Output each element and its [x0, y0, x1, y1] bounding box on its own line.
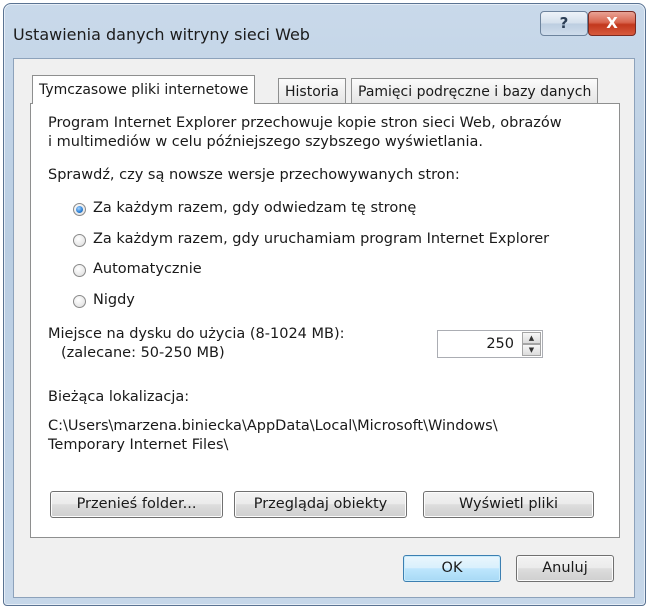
disk-space-spinner[interactable]: 250 ▲ ▼ [437, 330, 543, 358]
radio-label: Nigdy [93, 292, 135, 308]
description-line-2: i multimediów w celu późniejszego szybsz… [48, 134, 483, 150]
radio-label: Za każdym razem, gdy uruchamiam program … [93, 231, 550, 247]
tab-panel: Program Internet Explorer przechowuje ko… [30, 103, 620, 538]
description-line-1: Program Internet Explorer przechowuje ko… [48, 115, 562, 131]
radio-button[interactable] [73, 203, 86, 216]
spin-up-button[interactable]: ▲ [522, 332, 541, 344]
radio-never[interactable]: Nigdy [73, 292, 273, 312]
tab-temporary-internet-files[interactable]: Tymczasowe pliki internetowe [32, 75, 256, 104]
radio-label: Automatycznie [93, 261, 202, 277]
view-objects-button[interactable]: Przeglądaj obiekty [234, 491, 407, 518]
dialog-title: Ustawienia danych witryny sieci Web [13, 25, 310, 44]
triangle-down-icon: ▼ [528, 346, 535, 354]
disk-space-label: Miejsce na dysku do użycia (8-1024 MB): [48, 326, 345, 342]
tab-label: Historia [285, 84, 339, 100]
radio-button[interactable] [73, 264, 86, 277]
view-files-button[interactable]: Wyświetl pliki [423, 491, 594, 518]
ok-button[interactable]: OK [403, 555, 501, 582]
move-folder-button[interactable]: Przenieś folder... [50, 491, 223, 518]
close-icon: X [606, 14, 618, 32]
disk-space-value[interactable]: 250 [486, 336, 514, 352]
current-location-label: Bieżąca lokalizacja: [48, 389, 190, 405]
triangle-up-icon: ▲ [528, 334, 535, 342]
spin-down-button[interactable]: ▼ [522, 344, 541, 356]
cancel-button[interactable]: Anuluj [516, 555, 614, 582]
radio-every-start[interactable]: Za każdym razem, gdy uruchamiam program … [73, 231, 573, 251]
tab-label: Tymczasowe pliki internetowe [39, 82, 249, 98]
close-button[interactable]: X [588, 11, 636, 36]
help-button[interactable]: ? [540, 11, 588, 36]
title-bar[interactable]: Ustawienia danych witryny sieci Web ? X [4, 4, 645, 58]
tab-history[interactable]: Historia [278, 78, 346, 105]
tab-label: Pamięci podręczne i bazy danych [358, 84, 592, 100]
tab-caches-and-databases[interactable]: Pamięci podręczne i bazy danych [351, 78, 599, 105]
radio-button[interactable] [73, 295, 86, 308]
radio-label: Za każdym razem, gdy odwiedzam tę stronę [93, 200, 417, 216]
spinner-buttons: ▲ ▼ [522, 332, 541, 356]
radio-button[interactable] [73, 234, 86, 247]
radio-automatic[interactable]: Automatycznie [73, 261, 273, 281]
current-location-path-line-1: C:\Users\marzena.biniecka\AppData\Local\… [48, 418, 498, 434]
settings-dialog: Ustawienia danych witryny sieci Web ? X … [3, 3, 646, 606]
help-icon: ? [559, 14, 569, 32]
dialog-client-area: Tymczasowe pliki internetowe Historia Pa… [13, 58, 635, 598]
current-location-path-line-2: Temporary Internet Files\ [48, 437, 229, 453]
disk-space-recommended: (zalecane: 50-250 MB) [61, 345, 225, 361]
check-versions-label: Sprawdź, czy są nowsze wersje przechowyw… [48, 167, 460, 183]
radio-every-visit[interactable]: Za każdym razem, gdy odwiedzam tę stronę [73, 200, 473, 220]
